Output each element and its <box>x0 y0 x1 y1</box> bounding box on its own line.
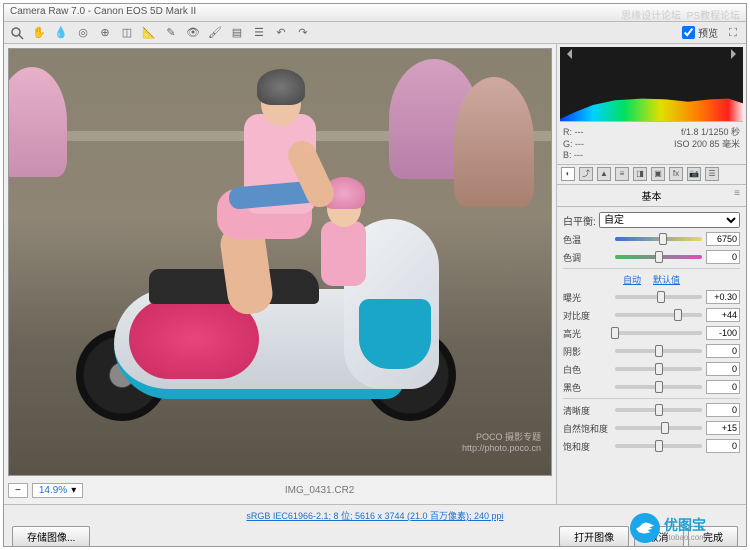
bottom-bar: sRGB IEC61966-2.1; 8 位; 5616 x 3744 (21.… <box>4 504 746 546</box>
zoom-value[interactable]: 14.9% ▾ <box>32 483 83 498</box>
toolbar: ✋ 💧 ◎ ⊕ ◫ 📐 ✎ 👁 🖌 ▤ ☰ ↶ ↷ 预览 ⛶ <box>4 22 746 44</box>
histogram <box>560 47 743 122</box>
shadows-label: 阴影 <box>563 345 611 358</box>
image-canvas[interactable]: POCO 摄影专题http://photo.poco.cn <box>8 48 552 476</box>
redeye-tool-icon[interactable]: 👁 <box>186 26 200 40</box>
tab-split[interactable]: ◨ <box>633 167 647 181</box>
zoom-out-button[interactable]: − <box>8 483 28 498</box>
auto-link[interactable]: 自动 <box>623 275 641 285</box>
preview-label: 预览 <box>698 25 718 40</box>
rotate-ccw-icon[interactable]: ↶ <box>274 26 288 40</box>
exif-readout: R: ---f/1.8 1/1250 秒 G: ---ISO 200 85 毫米… <box>557 125 746 165</box>
temp-label: 色温 <box>563 233 611 246</box>
straighten-tool-icon[interactable]: 📐 <box>142 26 156 40</box>
exposure-label: 曝光 <box>563 291 611 304</box>
whites-label: 白色 <box>563 363 611 376</box>
contrast-slider[interactable] <box>615 313 702 317</box>
clarity-slider[interactable] <box>615 408 702 412</box>
vibrance-label: 自然饱和度 <box>563 422 611 435</box>
shadows-input[interactable] <box>706 344 740 358</box>
preview-checkbox[interactable]: 预览 <box>682 25 718 40</box>
vibrance-slider[interactable] <box>615 426 702 430</box>
whites-slider[interactable] <box>615 367 702 371</box>
camera-raw-window: Camera Raw 7.0 - Canon EOS 5D Mark II 思缘… <box>3 3 747 547</box>
tab-camera[interactable]: 📷 <box>687 167 701 181</box>
saturation-slider[interactable] <box>615 444 702 448</box>
exposure-slider[interactable] <box>615 295 702 299</box>
panel-header: 基本 <box>557 185 746 207</box>
tab-basic[interactable]: ◐ <box>561 167 575 181</box>
tint-label: 色调 <box>563 251 611 264</box>
saturation-label: 饱和度 <box>563 440 611 453</box>
highlights-input[interactable] <box>706 326 740 340</box>
temp-input[interactable] <box>706 232 740 246</box>
crop-tool-icon[interactable]: ◫ <box>120 26 134 40</box>
prefs-icon[interactable]: ☰ <box>252 26 266 40</box>
exposure-input[interactable] <box>706 290 740 304</box>
clarity-label: 清晰度 <box>563 404 611 417</box>
highlight-clip-icon[interactable] <box>731 49 741 59</box>
panel-tabs: ◐ ⤴ ▲ ≡ ◨ ▣ fx 📷 ☰ <box>557 165 746 185</box>
clarity-input[interactable] <box>706 403 740 417</box>
wb-select[interactable]: 自定 <box>599 212 740 228</box>
wb-tool-icon[interactable]: 💧 <box>54 26 68 40</box>
window-title: Camera Raw 7.0 - Canon EOS 5D Mark II <box>10 6 196 17</box>
color-sampler-icon[interactable]: ◎ <box>76 26 90 40</box>
blacks-input[interactable] <box>706 380 740 394</box>
shadows-slider[interactable] <box>615 349 702 353</box>
done-button[interactable]: 完成 <box>688 526 738 547</box>
blacks-slider[interactable] <box>615 385 702 389</box>
adjustments-panel: R: ---f/1.8 1/1250 秒 G: ---ISO 200 85 毫米… <box>556 44 746 504</box>
spot-removal-icon[interactable]: ✎ <box>164 26 178 40</box>
zoom-tool-icon[interactable] <box>10 26 24 40</box>
tab-curve[interactable]: ⤴ <box>579 167 593 181</box>
tint-input[interactable] <box>706 250 740 264</box>
file-name: IMG_0431.CR2 <box>87 485 552 496</box>
tab-hsl[interactable]: ≡ <box>615 167 629 181</box>
blacks-label: 黑色 <box>563 381 611 394</box>
fullscreen-icon[interactable]: ⛶ <box>726 26 740 40</box>
top-watermark: 思缘设计论坛 PS教程论坛 <box>621 7 740 22</box>
open-image-button[interactable]: 打开图像 <box>559 526 629 547</box>
cancel-button[interactable]: 取消 <box>634 526 684 547</box>
poco-watermark: POCO 摄影专题http://photo.poco.cn <box>462 432 541 455</box>
save-image-button[interactable]: 存储图像... <box>12 526 90 547</box>
workflow-link[interactable]: sRGB IEC61966-2.1; 8 位; 5616 x 3744 (21.… <box>12 509 738 522</box>
shadow-clip-icon[interactable] <box>562 49 572 59</box>
default-link[interactable]: 默认值 <box>653 275 680 285</box>
whites-input[interactable] <box>706 362 740 376</box>
zoom-bar: − 14.9% ▾ IMG_0431.CR2 <box>8 480 552 500</box>
tab-fx[interactable]: fx <box>669 167 683 181</box>
rotate-cw-icon[interactable]: ↷ <box>296 26 310 40</box>
tab-lens[interactable]: ▣ <box>651 167 665 181</box>
tint-slider[interactable] <box>615 255 702 259</box>
vibrance-input[interactable] <box>706 421 740 435</box>
contrast-input[interactable] <box>706 308 740 322</box>
contrast-label: 对比度 <box>563 309 611 322</box>
target-adjust-icon[interactable]: ⊕ <box>98 26 112 40</box>
adjustment-brush-icon[interactable]: 🖌 <box>208 26 222 40</box>
highlights-slider[interactable] <box>615 331 702 335</box>
saturation-input[interactable] <box>706 439 740 453</box>
graduated-filter-icon[interactable]: ▤ <box>230 26 244 40</box>
wb-label: 白平衡: <box>563 213 599 228</box>
tab-detail[interactable]: ▲ <box>597 167 611 181</box>
preview-pane: POCO 摄影专题http://photo.poco.cn − 14.9% ▾ … <box>4 44 556 504</box>
hand-tool-icon[interactable]: ✋ <box>32 26 46 40</box>
highlights-label: 高光 <box>563 327 611 340</box>
temp-slider[interactable] <box>615 237 702 241</box>
tab-presets[interactable]: ☰ <box>705 167 719 181</box>
